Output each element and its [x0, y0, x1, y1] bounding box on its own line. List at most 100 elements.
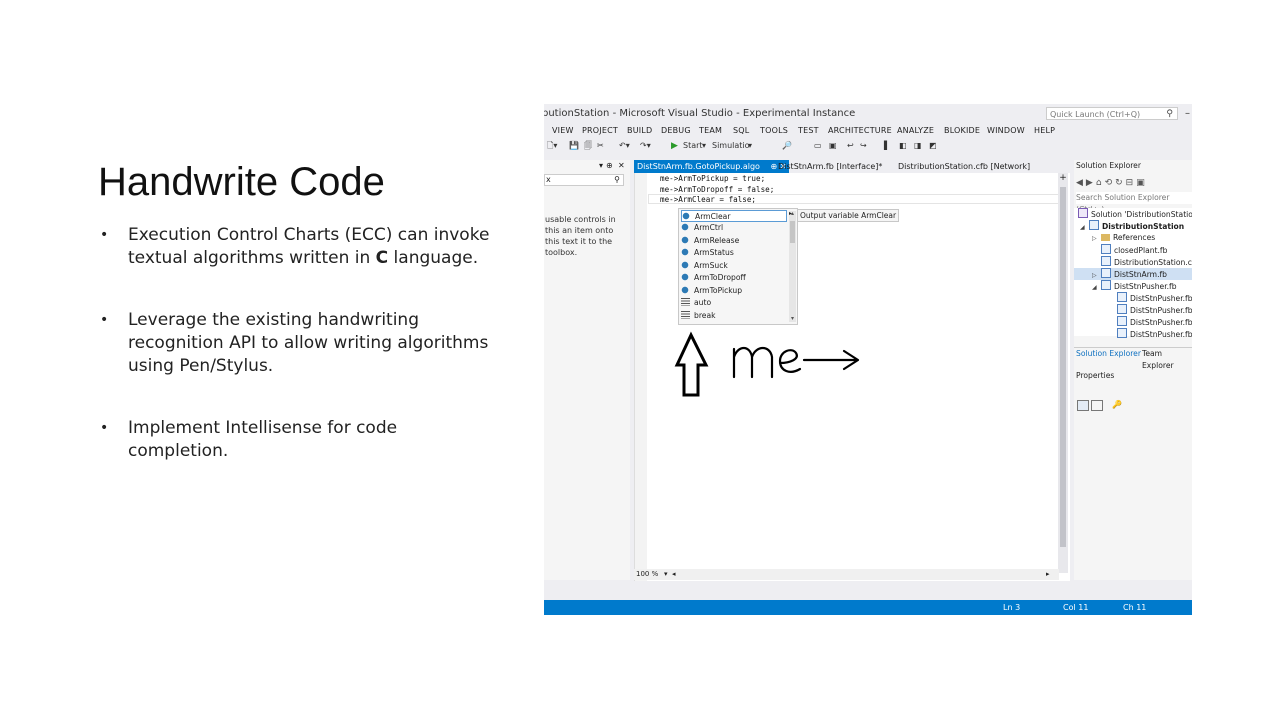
comment-icon[interactable]: ▭: [814, 138, 822, 154]
tree-node-file[interactable]: DistStnPusher.fb.: [1117, 304, 1192, 316]
bookmark-icon[interactable]: ▌: [884, 138, 890, 154]
forward-icon[interactable]: ↪: [860, 138, 867, 154]
intellisense-list[interactable]: ArmClear ArmCtrl ArmRelease ArmStatus Ar…: [678, 208, 798, 325]
menu-team[interactable]: TEAM: [699, 124, 722, 138]
completion-item[interactable]: ArmToPickup: [681, 285, 787, 297]
tree-node-file[interactable]: ◢ DistStnPusher.fb: [1092, 280, 1177, 292]
intellisense-scrollbar[interactable]: ▴ ▾: [789, 211, 796, 322]
zoom-bar: 100 % ▾ ◂ ▸: [634, 569, 1059, 580]
start-icon[interactable]: ▶: [671, 138, 678, 154]
editor-vertical-scrollbar[interactable]: [1058, 173, 1068, 573]
sync-icon[interactable]: ⟲: [1105, 178, 1116, 188]
menu-window[interactable]: WINDOW: [987, 124, 1025, 138]
menu-view[interactable]: VIEW: [552, 124, 574, 138]
expand-icon[interactable]: ◢: [1080, 222, 1089, 234]
save-all-icon[interactable]: 🗐: [584, 138, 592, 154]
scroll-left-icon[interactable]: ◂: [672, 569, 676, 580]
start-button[interactable]: Start: [683, 138, 703, 154]
close-icon[interactable]: ✕: [618, 160, 625, 172]
menu-project[interactable]: PROJECT: [582, 124, 618, 138]
minimize-icon[interactable]: –: [1185, 104, 1190, 124]
menu-analyze[interactable]: ANALYZE: [897, 124, 934, 138]
home-icon[interactable]: ⌂: [1096, 178, 1105, 188]
forward-icon[interactable]: ▶: [1086, 178, 1096, 188]
toolbox-search-text: x: [546, 175, 551, 184]
tab-team-explorer[interactable]: Team Explorer: [1142, 348, 1192, 372]
solution-explorer-search-input[interactable]: Search Solution Explorer (Ctrl+;): [1076, 192, 1192, 214]
scroll-right-icon[interactable]: ▸: [1046, 569, 1050, 580]
config-dropdown[interactable]: Simulatio: [712, 138, 750, 154]
completion-item-selected[interactable]: ArmClear: [681, 210, 787, 222]
refresh-icon[interactable]: ↻: [1115, 178, 1126, 188]
menu-architecture[interactable]: ARCHITECTURE: [828, 124, 892, 138]
cut-icon[interactable]: ✂: [597, 138, 604, 154]
tree-node-file[interactable]: DistStnPusher.fb.: [1117, 292, 1192, 304]
start-dropdown-icon[interactable]: ▾: [702, 138, 706, 154]
tree-node-solution[interactable]: Solution 'DistributionStation': [1078, 208, 1192, 220]
tree-node-label: DistStnPusher.fb: [1114, 282, 1177, 291]
split-plus-icon[interactable]: +: [1058, 173, 1068, 183]
collapse-icon[interactable]: ⊟: [1126, 178, 1137, 188]
bookmark-prev-icon[interactable]: ◧: [899, 138, 907, 154]
menu-test[interactable]: TEST: [798, 124, 819, 138]
save-icon[interactable]: 💾: [569, 138, 579, 154]
tab-goto-pickup-algo[interactable]: DistStnArm.fb.GotoPickup.algo ⊕ ✕: [634, 160, 790, 173]
completion-item[interactable]: ArmToDropoff: [681, 272, 787, 284]
tree-node-file[interactable]: DistributionStation.cf: [1101, 256, 1192, 268]
tree-node-selected[interactable]: ▷ DistStnArm.fb: [1074, 268, 1192, 280]
expand-icon[interactable]: ▷: [1092, 233, 1101, 245]
status-line: Ln 3: [1003, 603, 1021, 612]
tree-node-label: Solution 'DistributionStation': [1091, 210, 1192, 219]
code-text[interactable]: me->ArmToPickup = true; me->ArmToDropoff …: [660, 174, 774, 206]
back-icon[interactable]: ◀: [1076, 178, 1086, 188]
toolbox-search-input[interactable]: x ⚲: [544, 174, 624, 186]
completion-item[interactable]: ArmCtrl: [681, 222, 787, 234]
tree-node-references[interactable]: ▷ References: [1092, 232, 1155, 244]
search-icon[interactable]: ⚲: [614, 175, 620, 185]
categorized-icon[interactable]: [1077, 400, 1089, 411]
new-project-icon[interactable]: 🗋▾: [547, 138, 557, 154]
ink-up-arrow: [674, 331, 709, 397]
completion-item[interactable]: ArmRelease: [681, 235, 787, 247]
pin-icon[interactable]: ⊕: [606, 160, 613, 172]
menu-blokide[interactable]: BLOKIDE: [944, 124, 980, 138]
dropdown-icon[interactable]: ▾: [599, 160, 603, 172]
config-dropdown-icon[interactable]: ▾: [748, 138, 752, 154]
menu-build[interactable]: BUILD: [627, 124, 652, 138]
zoom-level[interactable]: 100 %: [636, 569, 658, 580]
completion-item[interactable]: auto: [681, 297, 787, 309]
menu-help[interactable]: HELP: [1034, 124, 1055, 138]
undo-icon[interactable]: ↶▾: [619, 138, 630, 154]
menu-tools[interactable]: TOOLS: [760, 124, 788, 138]
tree-node-file[interactable]: DistStnPusher.fb.: [1117, 328, 1192, 340]
redo-icon[interactable]: ↷▾: [640, 138, 651, 154]
alphabetical-icon[interactable]: [1091, 400, 1103, 411]
scrollbar-thumb[interactable]: [1060, 187, 1066, 547]
scrollbar-thumb[interactable]: [790, 221, 795, 243]
tab-label: DistributionStation.cfb [Network]: [898, 162, 1031, 171]
uncomment-icon[interactable]: ▣: [829, 138, 837, 154]
tree-node-project[interactable]: ◢ DistributionStation: [1080, 220, 1184, 232]
bookmark-next-icon[interactable]: ◨: [914, 138, 922, 154]
scroll-down-icon[interactable]: ▾: [789, 316, 796, 322]
show-all-icon[interactable]: ▣: [1136, 178, 1148, 188]
tab-solution-explorer[interactable]: Solution Explorer: [1076, 348, 1141, 360]
bookmark-clear-icon[interactable]: ◩: [929, 138, 937, 154]
handwriting-ink: [674, 331, 860, 397]
completion-item[interactable]: ArmSuck: [681, 260, 787, 272]
zoom-dropdown-icon[interactable]: ▾: [664, 569, 668, 580]
tab-dist-stn-arm-interface[interactable]: DistStnArm.fb [Interface]*: [775, 160, 885, 173]
menu-debug[interactable]: DEBUG: [661, 124, 691, 138]
find-icon[interactable]: 🔎: [782, 138, 792, 154]
expand-icon[interactable]: ◢: [1092, 282, 1101, 294]
search-icon[interactable]: ⚲: [1166, 108, 1173, 121]
tree-node-file[interactable]: DistStnPusher.fb.: [1117, 316, 1192, 328]
menu-sql[interactable]: SQL: [733, 124, 749, 138]
completion-item[interactable]: ArmStatus: [681, 247, 787, 259]
tree-node-file[interactable]: closedPlant.fb: [1101, 244, 1167, 256]
back-icon[interactable]: ↩: [847, 138, 854, 154]
property-pages-icon[interactable]: 🔑: [1112, 400, 1122, 409]
completion-item[interactable]: break: [681, 310, 787, 322]
tab-distribution-station-network[interactable]: DistributionStation.cfb [Network]: [895, 160, 1033, 173]
quick-launch-input[interactable]: Quick Launch (Ctrl+Q) ⚲: [1046, 107, 1178, 120]
